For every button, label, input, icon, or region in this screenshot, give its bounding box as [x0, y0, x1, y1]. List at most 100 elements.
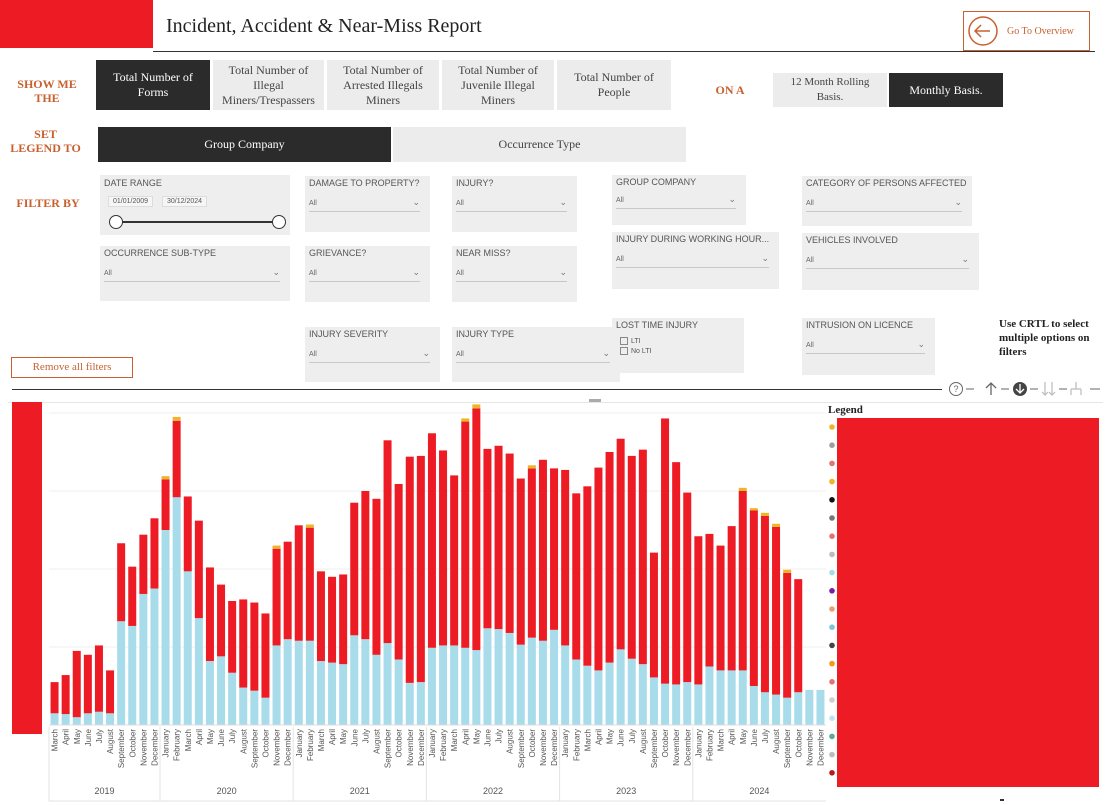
legend-marker[interactable]	[829, 660, 835, 667]
bar-segment-2[interactable]	[461, 421, 470, 648]
bar-segment-3[interactable]	[305, 524, 314, 528]
bar-segment-2[interactable]	[638, 449, 647, 665]
expand-next-level-icon[interactable]	[1041, 382, 1056, 396]
bar-segment-2[interactable]	[261, 613, 270, 698]
bar-segment-3[interactable]	[461, 418, 470, 422]
bar-segment-0[interactable]	[94, 711, 103, 725]
bar-segment-0[interactable]	[128, 625, 137, 725]
bar-segment-2[interactable]	[772, 526, 781, 695]
bar-segment-2[interactable]	[483, 448, 492, 629]
occurrence-subtype-slicer[interactable]: OCCURRENCE SUB-TYPE All ⌄	[100, 246, 290, 301]
bar-segment-2[interactable]	[283, 541, 292, 640]
bar-segment-0[interactable]	[117, 621, 126, 725]
bar-segment-0[interactable]	[683, 682, 692, 725]
bar-segment-0[interactable]	[272, 645, 281, 725]
legend-marker[interactable]	[829, 442, 835, 448]
bar-segment-2[interactable]	[727, 526, 736, 671]
option-total-forms[interactable]: Total Number of Forms	[96, 60, 210, 110]
bar-segment-0[interactable]	[250, 690, 259, 725]
injury-type-slicer[interactable]: INJURY TYPE All ⌄	[452, 327, 620, 382]
bar-segment-0[interactable]	[328, 662, 337, 725]
legend-marker[interactable]	[829, 751, 835, 758]
bar-segment-0[interactable]	[594, 670, 603, 725]
bar-segment-2[interactable]	[228, 600, 237, 673]
bar-segment-0[interactable]	[727, 670, 736, 725]
bar-segment-2[interactable]	[527, 468, 536, 638]
bar-segment-0[interactable]	[672, 684, 681, 725]
bar-segment-2[interactable]	[572, 493, 581, 660]
bar-segment-0[interactable]	[205, 661, 214, 725]
bar-segment-0[interactable]	[694, 684, 703, 725]
bar-segment-2[interactable]	[661, 418, 670, 684]
legend-marker[interactable]	[829, 569, 835, 576]
group-company-slicer[interactable]: GROUP COMPANY All ⌄	[612, 175, 746, 225]
bar-segment-2[interactable]	[583, 486, 592, 666]
bar-segment-0[interactable]	[661, 683, 670, 725]
bar-segment-0[interactable]	[139, 593, 148, 725]
bar-segment-2[interactable]	[538, 459, 547, 641]
bar-segment-2[interactable]	[361, 491, 370, 640]
bar-segment-2[interactable]	[372, 498, 381, 655]
bar-segment-3[interactable]	[772, 523, 781, 527]
legend-marker[interactable]	[829, 515, 835, 521]
bar-segment-2[interactable]	[339, 574, 348, 665]
bar-segment-2[interactable]	[649, 552, 658, 678]
legend-marker[interactable]	[829, 733, 835, 740]
bar-segment-2[interactable]	[161, 479, 170, 530]
bar-segment-0[interactable]	[538, 640, 547, 725]
expand-hierarchy-icon[interactable]	[1070, 382, 1082, 395]
option-juvenile-illegal-miners[interactable]: Total Number of Juvenile Illegal Miners	[442, 60, 554, 110]
occurrence-subtype-dropdown[interactable]: All ⌄	[104, 266, 280, 282]
injury-slicer[interactable]: INJURY? All ⌄	[452, 176, 577, 232]
grievance-slicer[interactable]: GRIEVANCE? All ⌄	[305, 246, 430, 302]
bar-segment-0[interactable]	[572, 659, 581, 725]
bar-segment-0[interactable]	[316, 661, 325, 725]
bar-segment-2[interactable]	[516, 478, 525, 645]
near-miss-slicer[interactable]: NEAR MISS? All ⌄	[452, 246, 577, 302]
bar-segment-2[interactable]	[150, 518, 159, 589]
bar-segment-0[interactable]	[172, 497, 181, 725]
option-12-month-rolling[interactable]: 12 Month Rolling Basis.	[773, 73, 887, 107]
bar-segment-2[interactable]	[472, 408, 481, 651]
bar-segment-2[interactable]	[705, 533, 714, 667]
bar-segment-2[interactable]	[139, 534, 148, 594]
bar-segment-2[interactable]	[272, 548, 281, 646]
bar-segment-0[interactable]	[716, 670, 725, 725]
bar-segment-2[interactable]	[672, 462, 681, 685]
bar-segment-2[interactable]	[550, 468, 559, 630]
bar-segment-2[interactable]	[50, 682, 59, 714]
grievance-dropdown[interactable]: All ⌄	[309, 266, 420, 282]
bar-segment-2[interactable]	[427, 433, 436, 648]
bar-segment-0[interactable]	[283, 639, 292, 725]
option-arrested-illegals[interactable]: Total Number of Arrested Illegals Miners	[327, 60, 439, 110]
bar-segment-0[interactable]	[760, 692, 769, 725]
bar-segment-3[interactable]	[749, 508, 758, 511]
bar-segment-0[interactable]	[450, 645, 459, 725]
bar-segment-0[interactable]	[239, 687, 248, 725]
legend-marker[interactable]	[829, 679, 835, 685]
bar-segment-0[interactable]	[461, 647, 470, 725]
drill-down-mode-icon[interactable]	[1013, 382, 1027, 396]
bar-segment-2[interactable]	[494, 445, 503, 630]
bar-segment-0[interactable]	[194, 618, 203, 725]
legend-marker[interactable]	[829, 624, 835, 630]
date-range-slicer[interactable]: DATE RANGE 01/01/2009 30/12/2024	[100, 175, 290, 235]
bar-segment-0[interactable]	[161, 530, 170, 725]
bar-segment-2[interactable]	[250, 602, 259, 691]
bar-segment-0[interactable]	[494, 629, 503, 725]
injury-type-dropdown[interactable]: All ⌄	[456, 347, 610, 363]
bar-segment-0[interactable]	[261, 697, 270, 725]
bar-segment-3[interactable]	[760, 512, 769, 516]
bar-segment-0[interactable]	[794, 692, 803, 725]
help-icon[interactable]: ?	[949, 382, 963, 396]
lost-time-injury-slicer[interactable]: LOST TIME INJURY LTI No LTI	[612, 318, 744, 373]
bar-segment-2[interactable]	[760, 515, 769, 693]
bar-segment-2[interactable]	[72, 650, 81, 718]
bar-segment-2[interactable]	[794, 579, 803, 693]
damage-property-slicer[interactable]: DAMAGE TO PROPERTY? All ⌄	[305, 176, 430, 232]
bar-segment-2[interactable]	[605, 452, 614, 663]
legend-marker[interactable]	[829, 697, 835, 703]
bar-segment-0[interactable]	[150, 588, 159, 726]
bar-segment-2[interactable]	[594, 467, 603, 671]
bar-segment-0[interactable]	[305, 640, 314, 725]
